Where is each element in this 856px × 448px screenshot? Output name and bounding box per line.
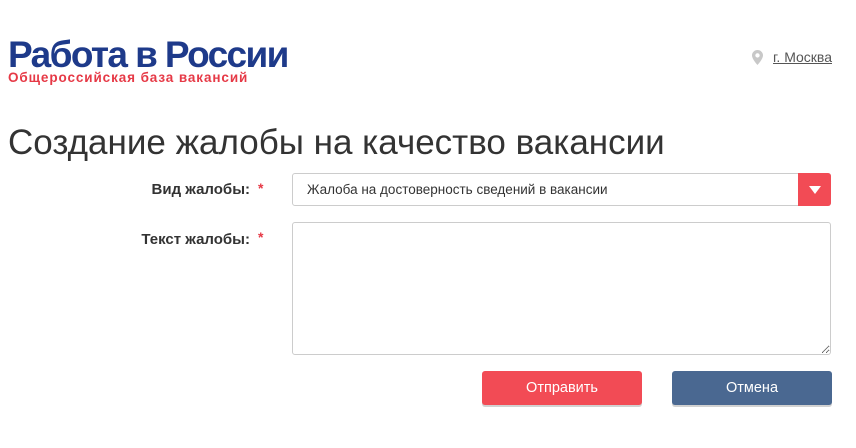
page-title: Создание жалобы на качество вакансии <box>8 123 665 162</box>
complaint-text-label: Текст жалобы: <box>141 231 250 248</box>
cancel-button[interactable]: Отмена <box>672 371 832 405</box>
city-selector[interactable]: г. Москва <box>752 49 832 65</box>
complaint-type-label: Вид жалобы: <box>151 181 250 198</box>
complaint-type-select[interactable]: Жалоба на достоверность сведений в вакан… <box>292 173 831 206</box>
required-mark: * <box>258 180 264 196</box>
map-pin-icon <box>752 49 764 65</box>
complaint-type-value: Жалоба на достоверность сведений в вакан… <box>307 182 608 197</box>
complaint-text-field[interactable] <box>292 222 831 355</box>
site-logo[interactable]: Работа в России Общероссийская база вака… <box>8 34 289 85</box>
required-mark: * <box>258 229 264 245</box>
chevron-down-icon <box>808 185 821 194</box>
submit-button[interactable]: Отправить <box>482 371 642 405</box>
complaint-page: Работа в России Общероссийская база вака… <box>0 0 856 448</box>
logo-subtitle: Общероссийская база вакансий <box>8 70 249 85</box>
city-link[interactable]: г. Москва <box>773 49 832 65</box>
logo-title: Работа в России <box>8 34 289 75</box>
select-toggle-button[interactable] <box>798 173 831 206</box>
